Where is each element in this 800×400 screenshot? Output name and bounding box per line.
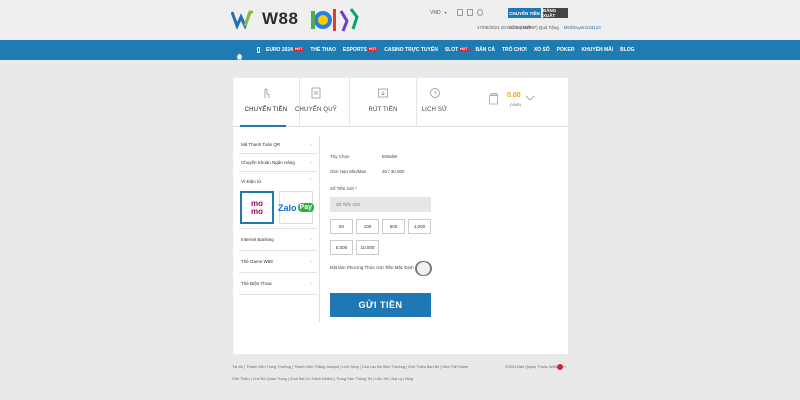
method-internet-banking[interactable]: Internet Banking › — [239, 229, 317, 251]
momo-logo: mo mo — [244, 194, 270, 221]
nav-item-live-casino[interactable]: CASINO TRỰC TUYẾN — [384, 47, 438, 53]
tab-label: CHUYỂN TIỀN — [244, 107, 288, 113]
nav-item-sports[interactable]: THỂ THAO — [310, 47, 336, 53]
method-ewallet[interactable]: Ví Điện tử ˆ — [239, 172, 317, 190]
nav-item-lottery[interactable]: XỔ SỐ — [534, 47, 550, 53]
nav-item-games[interactable]: TRÒ CHƠI — [502, 47, 527, 53]
chevron-right-icon: › — [310, 160, 312, 166]
points-label[interactable]: Số Dư Điểm — [509, 25, 534, 30]
limit-label: Giới Hạn Min/Max — [330, 169, 367, 174]
history-icon — [429, 88, 440, 98]
deposit-button[interactable]: CHUYỂN TIỀN — [508, 8, 541, 18]
footer-links-secondary[interactable]: Giới Thiệu | Chế Độ Quan Trọng | Chơi Bà… — [232, 377, 413, 381]
nav-item-esports[interactable]: ESPORTS HOT — [343, 47, 378, 53]
brand-name: W88 — [262, 9, 299, 28]
submit-deposit-button[interactable]: GỬI TIỀN — [330, 293, 431, 317]
message-icon[interactable] — [466, 9, 473, 16]
footer-links-primary[interactable]: Tài xỉu | Thành Viên Trung Thưởng | Thàn… — [232, 365, 468, 369]
wallet-balance[interactable]: 0.00 (VND) — [489, 90, 549, 110]
vietnam-flag-icon[interactable] — [557, 364, 563, 370]
method-label: Thẻ Điện Thoại — [241, 281, 272, 286]
mobile-icon[interactable] — [456, 9, 463, 16]
default-method-label: Đặt làm Phương Thức Gửi Tiền Mặc Định — [330, 265, 414, 270]
amount-chip[interactable]: 10,000 — [356, 240, 379, 255]
chevron-down-icon[interactable] — [525, 94, 535, 102]
wallet-icon — [489, 93, 498, 105]
payment-methods: Mã Thanh Toán QR › Chuyển Khoản Ngân Hàn… — [239, 136, 317, 295]
nav-item-euro-2024[interactable]: EURO 2024 HOT — [266, 47, 304, 53]
toggle-knob — [417, 262, 430, 275]
tab-history[interactable]: LỊCH SỬ — [401, 78, 468, 127]
tab-label: CHUYỂN QUỸ — [294, 107, 337, 113]
transfer-icon — [311, 87, 321, 99]
top-header: W88 VND ▾ 17/06/2024 20:05:30 (GMT+7) Số… — [0, 0, 800, 40]
method-label: Mã Thanh Toán QR — [241, 142, 281, 147]
option-label: Tùy Chọn — [330, 154, 350, 159]
euro-2024-logo — [305, 3, 365, 37]
amount-chip[interactable]: 1,000 — [408, 219, 431, 234]
withdraw-icon — [378, 88, 388, 98]
method-phone-card[interactable]: Thẻ Điện Thoại › — [239, 273, 317, 295]
tab-fund-transfer[interactable]: CHUYỂN QUỸ — [283, 78, 350, 127]
method-label: Chuyển Khoản Ngân Hàng — [241, 160, 295, 165]
limit-value: 30 / 30,000 — [382, 169, 405, 174]
tab-label: RÚT TIỀN — [368, 107, 398, 113]
vertical-divider — [319, 136, 320, 322]
chevron-right-icon: › — [310, 281, 312, 287]
currency-select[interactable]: VND — [430, 10, 441, 16]
method-label: Ví Điện tử — [241, 178, 262, 184]
chevron-right-icon: › — [310, 142, 312, 148]
nav-item-blog[interactable]: BLOG — [620, 47, 634, 53]
method-qr-payment[interactable]: Mã Thanh Toán QR › — [239, 136, 317, 154]
chevron-down-icon: ▾ — [444, 10, 447, 15]
w88-logo-mark-icon — [230, 9, 261, 31]
hand-tap-icon — [264, 88, 270, 98]
amount-label: Số Tiền Gửi * — [330, 186, 358, 191]
balance-currency: (VND) — [510, 102, 522, 107]
amount-chip[interactable]: 50 — [330, 219, 353, 234]
option-value: EWallet — [382, 154, 398, 159]
balance-amount: 0.00 — [507, 92, 521, 99]
amount-chip[interactable]: 500 — [382, 219, 405, 234]
default-method-toggle[interactable] — [415, 261, 432, 276]
tab-label: LỊCH SỬ — [421, 107, 448, 113]
logout-button[interactable]: ĐĂNG XUẤT — [543, 8, 568, 18]
hot-badge: HOT — [293, 47, 304, 51]
main-nav: EURO 2024 HOT THỂ THAO ESPORTS HOT CASINO … — [0, 40, 800, 60]
chevron-up-icon: ˆ — [310, 178, 312, 185]
gift-label[interactable]: Quà Tặng — [539, 25, 559, 30]
chevron-right-icon: › — [310, 237, 312, 243]
nav-item-poker[interactable]: POKER — [557, 47, 575, 53]
hot-badge: HOT — [459, 47, 469, 51]
wallet-zalopay[interactable]: Zalo Pay — [278, 191, 314, 224]
wallet-momo[interactable]: mo mo — [240, 191, 274, 224]
method-bank-transfer[interactable]: Chuyển Khoản Ngân Hàng › — [239, 154, 317, 172]
ewallet-options: mo mo Zalo Pay — [239, 190, 317, 229]
method-w88-game-card[interactable]: Thẻ Game W88 › — [239, 251, 317, 273]
method-label: Thẻ Game W88 — [241, 259, 273, 264]
username[interactable]: Minhhuyen123123 — [564, 25, 601, 30]
chevron-right-icon: › — [310, 259, 312, 265]
nav-item-promotions[interactable]: KHUYẾN MÃI — [581, 47, 613, 53]
hot-badge: HOT — [367, 47, 378, 51]
nav-item-fishing[interactable]: BẮN CÁ — [476, 47, 495, 53]
banking-tabs: CHUYỂN TIỀN CHUYỂN QUỸ RÚT TIỀN LỊCH SỬ … — [233, 78, 568, 127]
nav-item-slot[interactable]: SLOT HOT — [445, 47, 469, 53]
amount-chip[interactable]: 5,000 — [330, 240, 353, 255]
home-icon[interactable] — [236, 47, 243, 59]
w88-logo[interactable]: W88 — [230, 9, 299, 31]
banking-panel: CHUYỂN TIỀN CHUYỂN QUỸ RÚT TIỀN LỊCH SỬ … — [233, 78, 568, 354]
mobile-nav-icon[interactable] — [257, 47, 260, 53]
method-label: Internet Banking — [241, 237, 274, 242]
settings-icon[interactable] — [476, 9, 483, 16]
amount-chip[interactable]: 100 — [356, 219, 379, 234]
amount-input[interactable] — [330, 197, 431, 212]
zalopay-logo: Zalo Pay — [278, 202, 314, 213]
